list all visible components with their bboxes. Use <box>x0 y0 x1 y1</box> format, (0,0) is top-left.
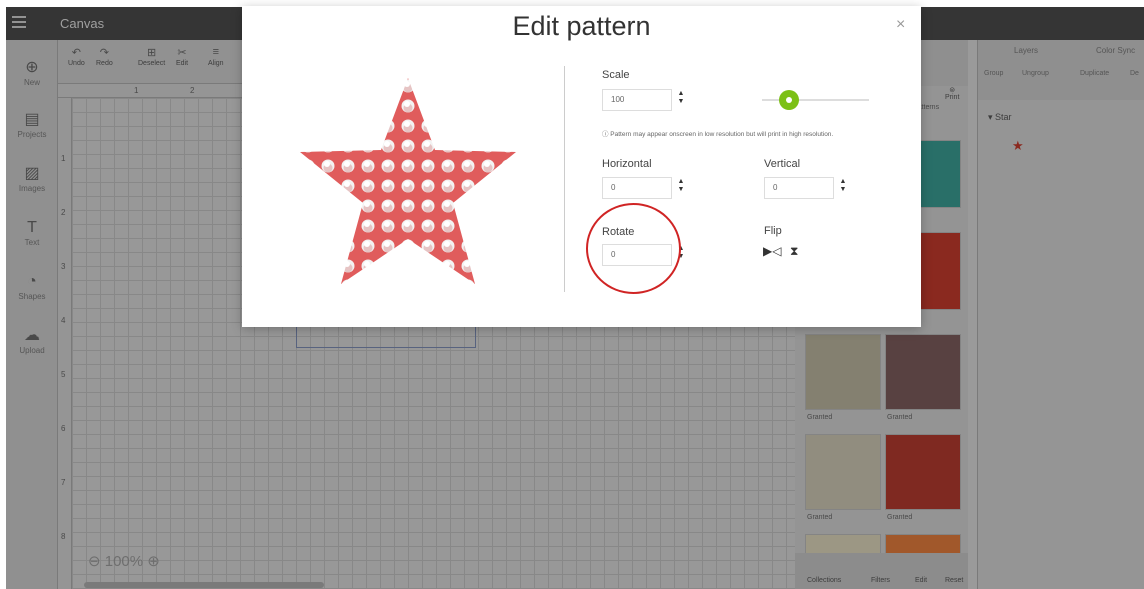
scale-stepper[interactable]: ▲ ▼ <box>676 90 686 110</box>
highlight-circle <box>586 203 681 294</box>
vertical-input[interactable]: 0 <box>764 177 834 199</box>
edit-pattern-dialog: Edit pattern × Scale 100 ▲ ▼ ⓘ Pattern ma… <box>242 6 921 327</box>
horizontal-stepper[interactable]: ▲ ▼ <box>676 178 686 198</box>
scale-input[interactable]: 100 <box>602 89 672 111</box>
close-icon[interactable]: × <box>896 16 905 34</box>
horizontal-label: Horizontal <box>602 158 652 170</box>
vertical-label: Vertical <box>764 158 801 170</box>
flip-label: Flip <box>764 225 782 237</box>
vertical-stepper[interactable]: ▲ ▼ <box>838 178 848 198</box>
dialog-title: Edit pattern <box>512 11 651 41</box>
flip-vertical-icon[interactable]: ⧗ <box>790 244 798 259</box>
resolution-note: ⓘ Pattern may appear onscreen in low res… <box>602 131 834 138</box>
dialog-divider <box>564 66 565 292</box>
scale-label: Scale <box>602 69 630 81</box>
pattern-preview-star <box>300 78 516 284</box>
scale-slider-knob[interactable] <box>778 90 799 110</box>
flip-horizontal-icon[interactable]: ▶◁ <box>763 244 781 258</box>
horizontal-input[interactable]: 0 <box>602 177 672 199</box>
